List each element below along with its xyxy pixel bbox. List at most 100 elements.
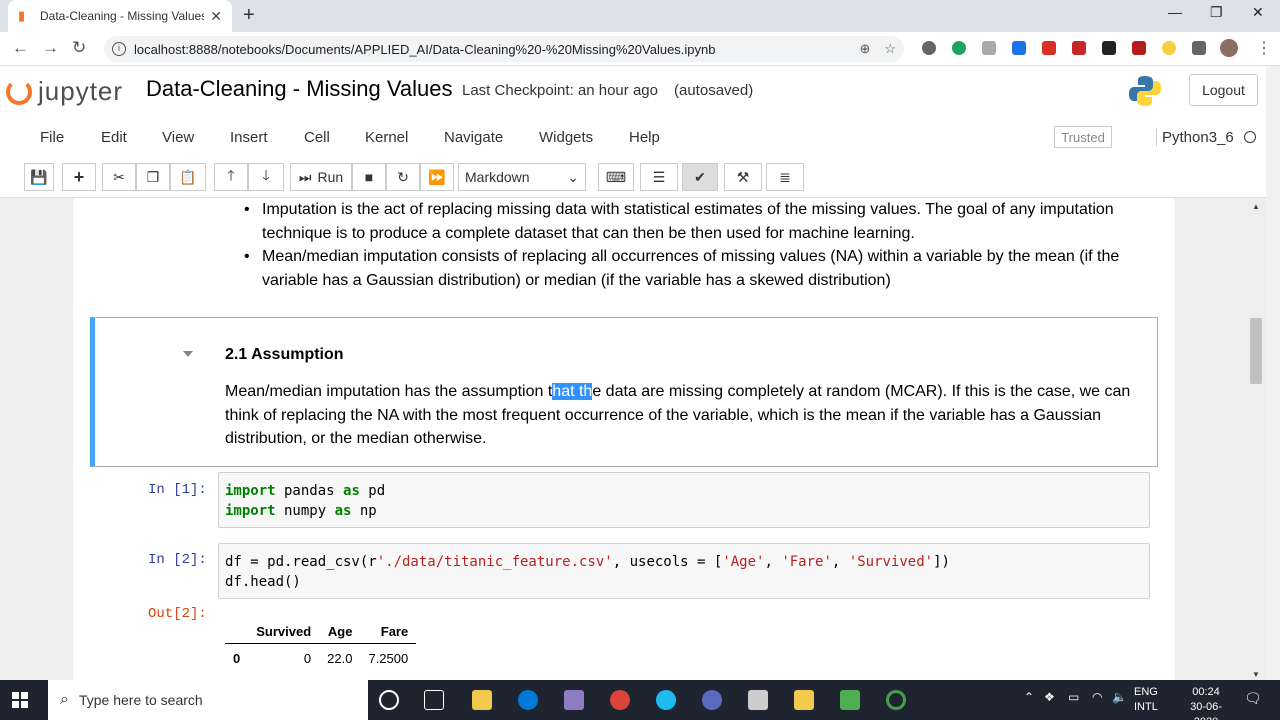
close-tab-icon[interactable]: ✕ — [210, 8, 222, 25]
extension-icon[interactable] — [1012, 41, 1026, 55]
extension-icon[interactable] — [1132, 41, 1146, 55]
extension-icon[interactable] — [1072, 41, 1086, 55]
windows-start-icon[interactable] — [12, 692, 28, 708]
menu-navigate[interactable]: Navigate — [444, 129, 503, 146]
run-button[interactable]: ⏭ Run — [290, 163, 352, 191]
browser-tabstrip: ▮ Data-Cleaning - Missing Values - ✕ + —… — [0, 0, 1280, 32]
extension-icon[interactable] — [952, 41, 966, 55]
browser-navbar: ← → ↻ i localhost:8888/notebooks/Documen… — [0, 32, 1280, 66]
url-text: localhost:8888/notebooks/Documents/APPLI… — [134, 41, 716, 57]
paste-icon[interactable]: 📋 — [170, 163, 206, 191]
wifi-icon[interactable]: ◠ — [1092, 690, 1102, 704]
menu-file[interactable]: File — [40, 129, 64, 146]
menu-edit[interactable]: Edit — [101, 129, 127, 146]
task-view-icon[interactable] — [424, 690, 444, 710]
search-icon: ⌕ — [60, 691, 69, 708]
windows-taskbar: ⌕ Type here to search ⌃ ❖ ▭ ◠ 🔈 ENG INTL… — [0, 680, 1280, 720]
jupyter-logo[interactable]: jupyter — [6, 76, 123, 107]
cell-type-select[interactable]: Markdown ⌄ — [458, 163, 586, 191]
cut-icon[interactable]: ✂ — [102, 163, 136, 191]
keyboard-icon[interactable]: ⌨ — [598, 163, 634, 191]
restart-run-all-icon[interactable]: ⏩ — [420, 163, 454, 191]
menu-view[interactable]: View — [162, 129, 194, 146]
bulleted-list-icon[interactable]: ≣ — [766, 163, 804, 191]
dropbox-icon[interactable]: ❖ — [1044, 690, 1055, 704]
cortana-icon[interactable] — [379, 690, 399, 710]
move-up-icon[interactable]: 🡑 — [214, 163, 248, 191]
back-icon[interactable]: ← — [12, 38, 29, 58]
markdown-cell-selected[interactable]: 2.1 Assumption Mean/median imputation ha… — [90, 317, 1158, 467]
volume-icon[interactable]: 🔈 — [1112, 690, 1127, 704]
copy-icon[interactable]: ❐ — [136, 163, 170, 191]
collapse-heading-icon[interactable] — [183, 351, 193, 357]
profile-avatar[interactable] — [1220, 39, 1238, 57]
menu-insert[interactable]: Insert — [230, 129, 268, 146]
forward-icon[interactable]: → — [42, 38, 59, 58]
gavel-icon[interactable]: ⚒ — [724, 163, 762, 191]
maximize-icon[interactable]: ❐ — [1210, 4, 1223, 21]
extension-icon[interactable] — [922, 41, 936, 55]
page-scrollbar[interactable] — [1266, 66, 1280, 680]
minimize-icon[interactable]: — — [1168, 4, 1182, 20]
reload-icon[interactable]: ↻ — [72, 38, 86, 58]
checkmark-icon[interactable]: ✔ — [682, 163, 718, 191]
menu-widgets[interactable]: Widgets — [539, 129, 593, 146]
paragraph: Mean/median imputation has the assumptio… — [225, 383, 1131, 447]
app-icon[interactable] — [564, 690, 584, 710]
python-app-icon[interactable] — [840, 690, 860, 710]
store-icon[interactable] — [794, 690, 814, 710]
notifications-icon[interactable]: 🗨 — [1244, 690, 1262, 707]
new-tab-icon[interactable]: + — [243, 4, 255, 27]
selected-text: hat th — [552, 383, 593, 400]
restart-icon[interactable]: ↻ — [386, 163, 420, 191]
scroll-up-icon[interactable]: ▲ — [1252, 202, 1260, 211]
extension-icon[interactable] — [982, 41, 996, 55]
kernel-name[interactable]: Python3_6 — [1156, 129, 1234, 146]
close-window-icon[interactable]: ✕ — [1252, 4, 1264, 21]
extensions-puzzle-icon[interactable] — [1192, 41, 1206, 55]
bullet-list: Imputation is the act of replacing missi… — [244, 198, 1158, 292]
menu-cell[interactable]: Cell — [304, 129, 330, 146]
browser-tab[interactable]: ▮ Data-Cleaning - Missing Values - ✕ — [8, 0, 232, 32]
chrome-icon[interactable] — [610, 690, 630, 710]
save-icon[interactable]: 💾 — [24, 163, 54, 191]
input-prompt: In [1]: — [148, 482, 207, 498]
notepad-icon[interactable] — [748, 690, 768, 710]
extension-icon[interactable] — [1042, 41, 1056, 55]
code-cell[interactable]: df = pd.read_csv(r'./data/titanic_featur… — [218, 543, 1150, 599]
bookmark-star-icon[interactable]: ☆ — [884, 41, 896, 57]
jupyter-favicon-icon: ▮ — [18, 8, 26, 23]
trusted-badge[interactable]: Trusted — [1054, 126, 1112, 148]
address-bar[interactable]: i localhost:8888/notebooks/Documents/APP… — [104, 36, 904, 62]
autosave-status: (autosaved) — [674, 82, 754, 99]
extension-icon[interactable] — [1102, 41, 1116, 55]
input-language[interactable]: ENG INTL — [1134, 685, 1158, 715]
taskbar-clock[interactable]: 00:24 30-06-2020 — [1178, 685, 1234, 720]
extension-icon[interactable] — [1162, 41, 1176, 55]
code-cell[interactable]: import pandas as pd import numpy as np — [218, 472, 1150, 528]
browser-menu-icon[interactable]: ⋮ — [1256, 38, 1272, 58]
battery-icon[interactable]: ▭ — [1068, 690, 1079, 704]
scroll-down-icon[interactable]: ▼ — [1252, 670, 1260, 679]
insert-cell-below-icon[interactable]: + — [62, 163, 96, 191]
stop-icon[interactable]: ■ — [352, 163, 386, 191]
taskbar-search-box[interactable]: ⌕ Type here to search — [48, 680, 368, 720]
scrollbar-thumb[interactable] — [1250, 318, 1262, 384]
menu-kernel[interactable]: Kernel — [365, 129, 408, 146]
notebook-name[interactable]: Data-Cleaning - Missing Values — [146, 76, 453, 102]
section-heading: 2.1 Assumption — [225, 346, 344, 363]
logout-button[interactable]: Logout — [1189, 74, 1258, 106]
menu-bar: File Edit View Insert Cell Kernel Naviga… — [0, 118, 1266, 156]
move-down-icon[interactable]: 🡓 — [248, 163, 284, 191]
rstudio-icon[interactable] — [702, 690, 722, 710]
dataframe-table: Survived Age Fare 0 0 22.0 7.2500 — [225, 620, 417, 673]
anaconda-icon[interactable] — [886, 690, 906, 710]
internet-explorer-icon[interactable] — [656, 690, 676, 710]
chevron-up-icon[interactable]: ⌃ — [1024, 690, 1034, 704]
list-icon[interactable]: ☰ — [640, 163, 678, 191]
edge-icon[interactable] — [518, 690, 538, 710]
file-explorer-icon[interactable] — [472, 690, 492, 710]
info-icon[interactable]: i — [112, 42, 126, 56]
menu-help[interactable]: Help — [629, 129, 660, 146]
zoom-icon[interactable]: ⊕ — [859, 41, 870, 57]
